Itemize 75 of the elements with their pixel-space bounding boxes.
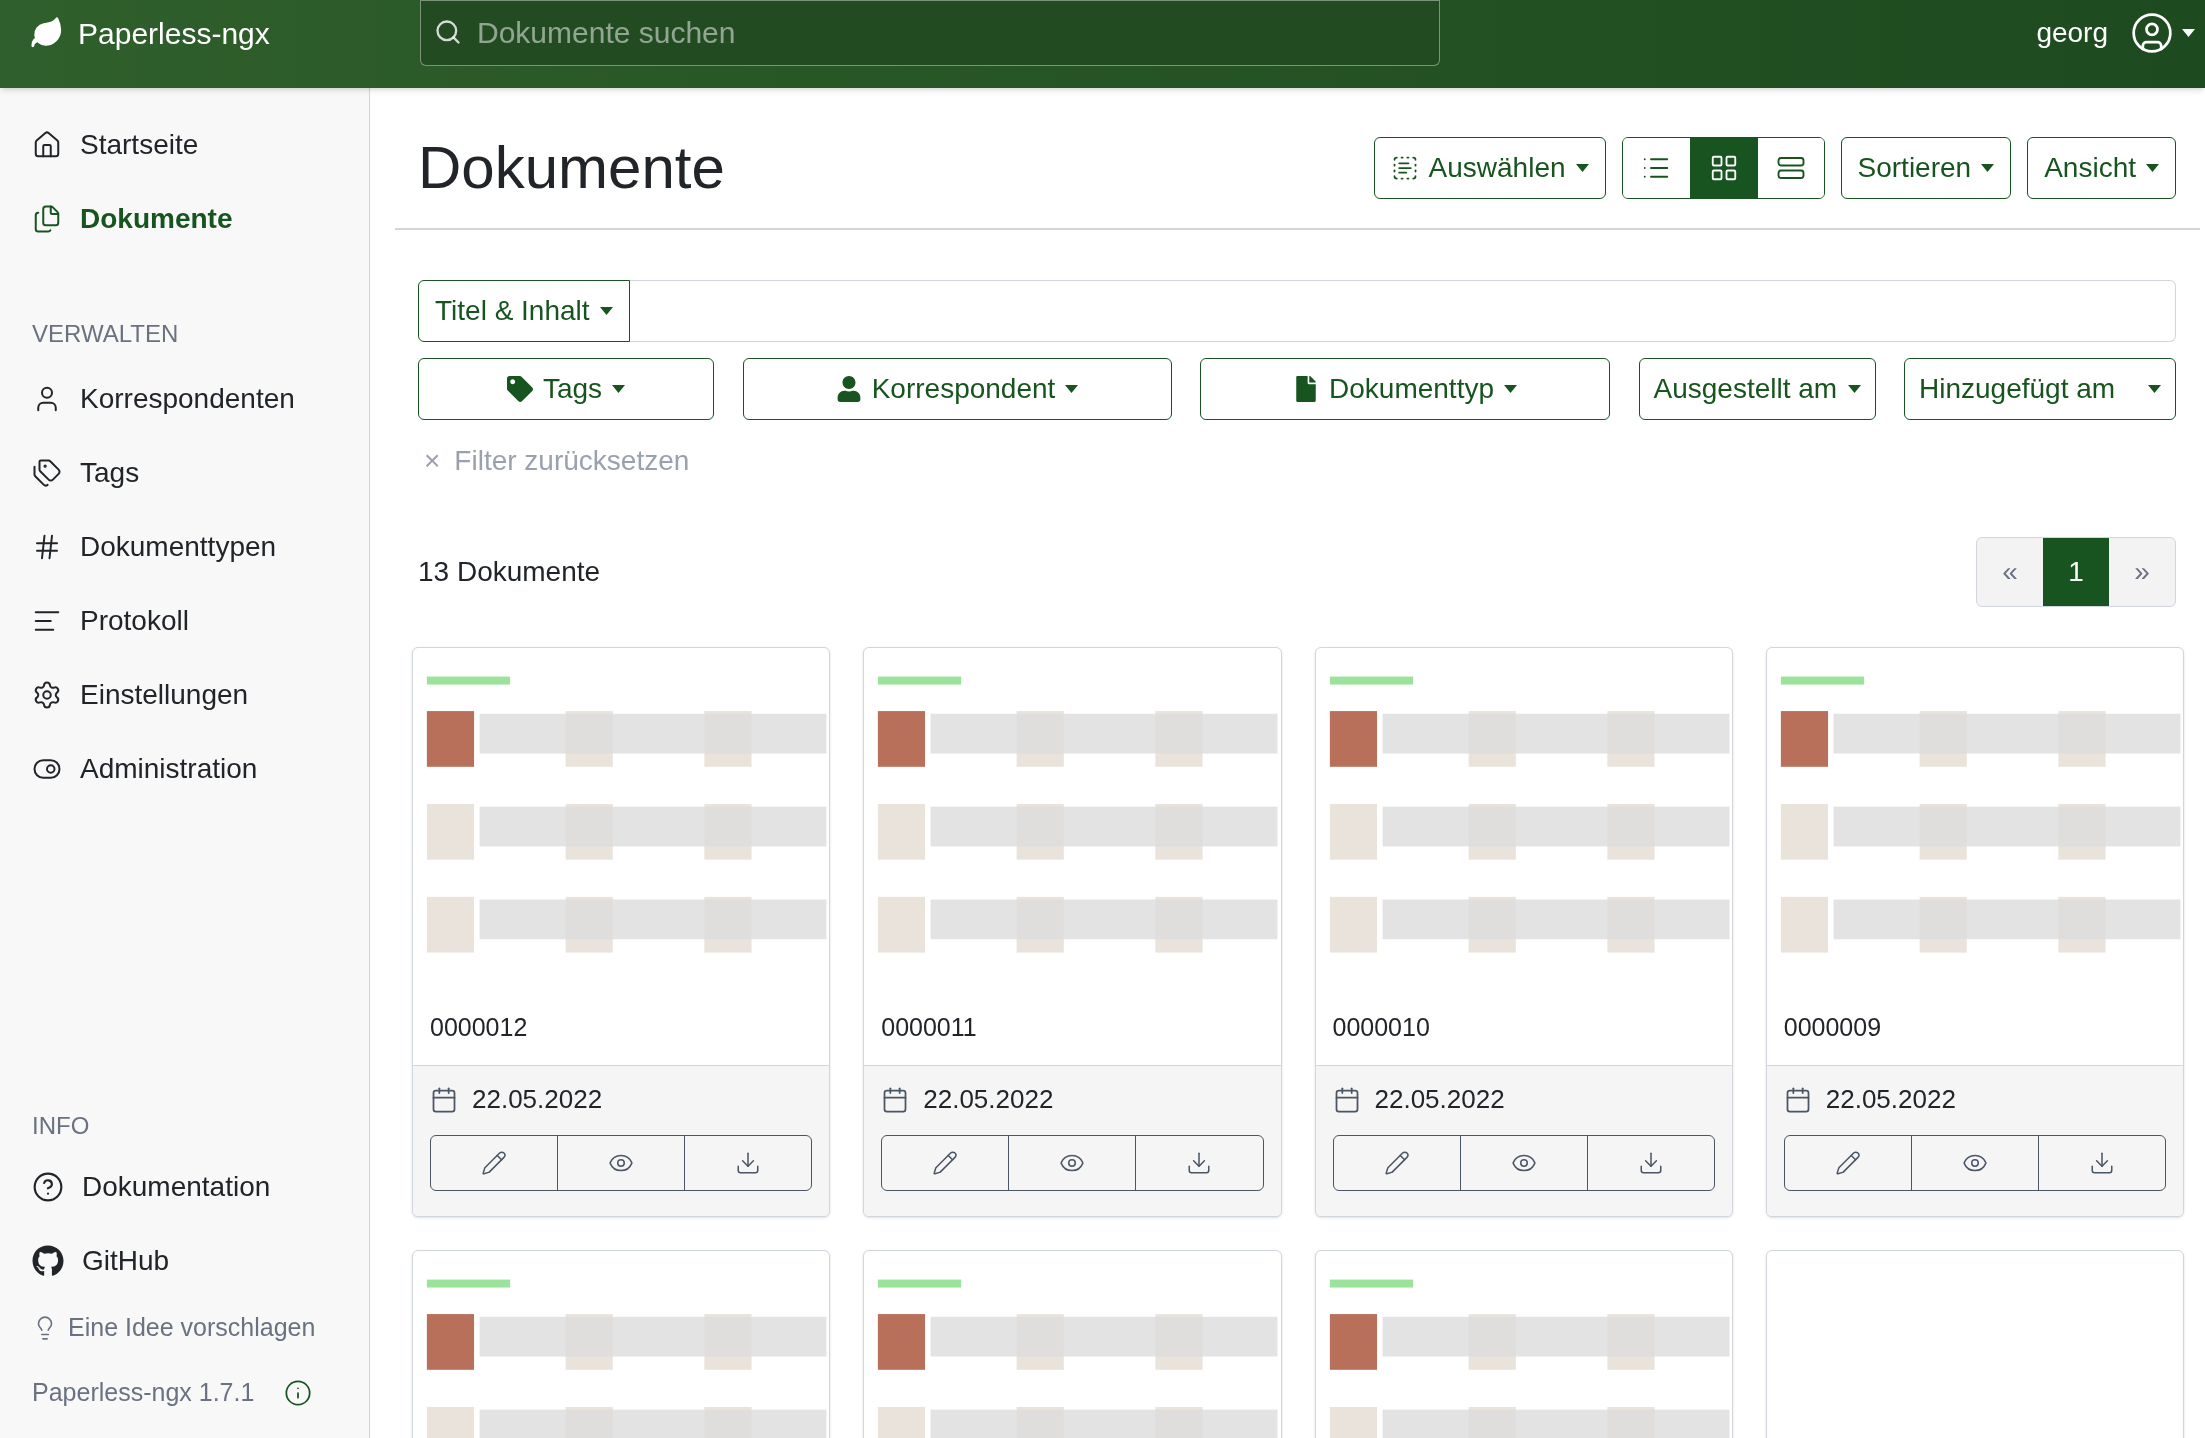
select-dropdown[interactable]: Auswählen — [1373, 137, 1606, 199]
version-label: Paperless-ngx 1.7.1 — [32, 1377, 255, 1409]
caret-icon — [1981, 164, 1995, 172]
document-date: 22.05.2022 — [1825, 1083, 1956, 1116]
caret-icon — [2146, 164, 2159, 172]
person-icon — [835, 376, 862, 402]
suggest-idea-link[interactable]: Eine Idee vorschlagen — [0, 1298, 369, 1358]
user-menu-button[interactable] — [2130, 11, 2195, 55]
download-icon — [2088, 1150, 2115, 1176]
document-count: 13 Dokumente — [418, 555, 601, 589]
calendar-icon — [430, 1085, 458, 1114]
section-heading: INFO — [31, 1111, 91, 1141]
download-icon — [735, 1150, 762, 1176]
next-page-button[interactable]: » — [2109, 538, 2175, 606]
section-heading: VERWALTEN — [31, 319, 180, 349]
filter-dropdown[interactable]: Tags — [418, 358, 714, 420]
file-icon — [1293, 376, 1319, 402]
sidebar-item[interactable]: Einstellungen — [0, 658, 369, 732]
sidebar-item[interactable]: Dokumenttypen — [0, 510, 369, 584]
caret-icon — [1504, 385, 1517, 393]
brand-name[interactable]: Paperless-ngx — [78, 10, 270, 56]
caret-icon — [2148, 385, 2161, 393]
github-icon — [32, 1245, 64, 1277]
caret-icon — [2182, 29, 2195, 37]
sidebar-item[interactable]: Dokumente — [0, 182, 369, 256]
document-date: 22.05.2022 — [923, 1083, 1054, 1116]
help-icon — [32, 1171, 64, 1203]
document-date: 22.05.2022 — [1374, 1083, 1505, 1116]
filter-dropdown[interactable]: Ausgestellt am — [1638, 358, 1876, 420]
pencil-icon — [1834, 1150, 1861, 1176]
sidebar-item[interactable]: Tags — [0, 436, 369, 510]
filter-dropdown[interactable]: Korrespondent — [742, 358, 1172, 420]
field-type-dropdown[interactable]: Titel & Inhalt — [418, 280, 630, 342]
sidebar-item-icon — [32, 130, 62, 160]
leaf-logo-icon — [30, 16, 64, 50]
sidebar-item[interactable]: Korrespondenten — [0, 362, 369, 436]
filter-dropdown[interactable]: Dokumenttyp — [1200, 358, 1610, 420]
sidebar-item[interactable]: Startseite — [0, 108, 369, 182]
pencil-icon — [932, 1150, 959, 1176]
search-icon — [434, 18, 462, 46]
user-avatar-icon — [2130, 11, 2174, 55]
caret-icon — [1065, 385, 1079, 393]
page-title: Dokumente — [418, 133, 725, 203]
pencil-icon — [1383, 1150, 1410, 1176]
user-name: georg — [2036, 16, 2108, 50]
view-mode-button[interactable] — [1756, 138, 1824, 198]
tag-icon — [506, 376, 533, 402]
sidebar-link[interactable]: Dokumentation — [0, 1150, 369, 1224]
sidebar-item-icon — [32, 204, 62, 234]
document-title: 0000010 — [1331, 1012, 1431, 1043]
sort-dropdown[interactable]: Sortieren — [1840, 137, 2012, 199]
caret-icon — [612, 385, 626, 393]
caret-icon — [1847, 385, 1861, 393]
sidebar-item[interactable]: Protokoll — [0, 584, 369, 658]
download-icon — [1637, 1150, 1664, 1176]
caret-icon — [599, 307, 613, 315]
search-field[interactable]: Dokumente suchen — [420, 0, 1440, 66]
sidebar-item[interactable]: Administration — [0, 732, 369, 806]
document-title: 0000012 — [429, 1012, 529, 1043]
info-icon[interactable] — [284, 1379, 313, 1407]
page-button[interactable]: 1 — [2043, 538, 2109, 606]
document-title: 0000011 — [880, 1012, 978, 1043]
view-mode-button[interactable] — [1689, 138, 1757, 198]
document-title: 0000009 — [1782, 1012, 1883, 1043]
view-dropdown[interactable]: Ansicht — [2027, 137, 2176, 199]
sidebar-item-icon — [32, 458, 62, 488]
sidebar-item-icon — [32, 680, 62, 710]
filter-input[interactable] — [629, 280, 2176, 342]
caret-icon — [1575, 164, 1589, 172]
pencil-icon — [481, 1150, 508, 1176]
filter-dropdown[interactable]: Hinzugefügt am — [1904, 358, 2176, 420]
document-date: 22.05.2022 — [472, 1083, 603, 1116]
download-icon — [1186, 1150, 1213, 1176]
previous-page-button[interactable]: « — [1977, 538, 2043, 606]
sidebar-link[interactable]: GitHub — [0, 1224, 369, 1298]
